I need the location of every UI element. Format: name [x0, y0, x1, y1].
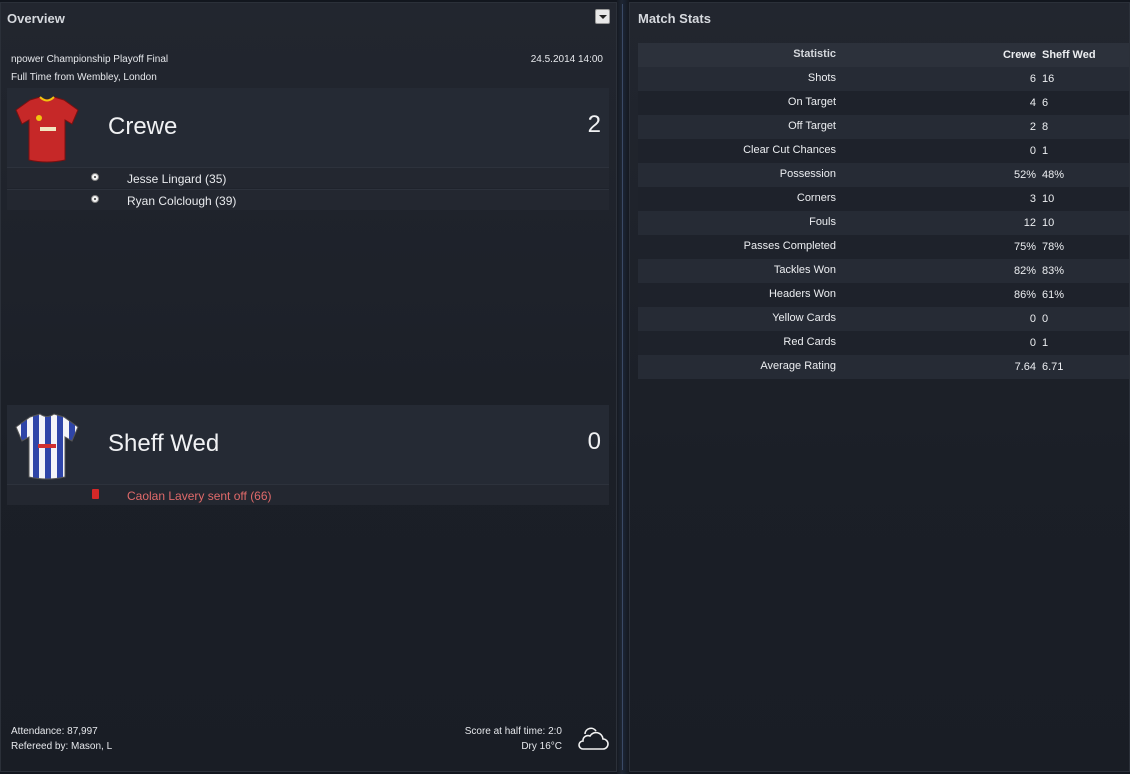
stat-away-value: 83%: [1042, 265, 1065, 277]
home-column-header[interactable]: Crewe: [1003, 49, 1036, 61]
stat-away-value: 6: [1042, 97, 1049, 109]
stat-label: Average Rating: [760, 360, 836, 372]
stats-row: Possession 52% 48%: [638, 163, 1129, 187]
stats-row: Clear Cut Chances 0 1: [638, 139, 1129, 163]
stat-home-value: 52%: [1013, 169, 1036, 181]
stat-home-value: 0: [1029, 145, 1036, 157]
stats-header-row: Statistic Crewe Sheff Wed: [638, 43, 1129, 67]
home-team-block[interactable]: Crewe 2: [7, 88, 609, 167]
stat-label: Headers Won: [768, 288, 836, 300]
stat-away-value: 10: [1042, 193, 1055, 205]
panel-splitter[interactable]: [617, 0, 629, 774]
attendance: Attendance: 87,997: [11, 726, 98, 737]
stats-row: Fouls 12 10: [638, 211, 1129, 235]
stat-home-value: 0: [1029, 337, 1036, 349]
referee: Refereed by: Mason, L: [11, 741, 113, 752]
stat-away-value: 1: [1042, 145, 1049, 157]
goal-icon: [91, 173, 99, 181]
away-kit-icon: [15, 413, 79, 480]
match-stats-panel: Match Stats Statistic Crewe Sheff Wed Sh…: [629, 2, 1130, 772]
half-time-score: Score at half time: 2:0: [464, 726, 562, 737]
stat-home-value: 12: [1023, 217, 1036, 229]
stat-home-value: 2: [1029, 121, 1036, 133]
stat-home-value: 82%: [1013, 265, 1036, 277]
stat-label: Shots: [807, 72, 836, 84]
stat-away-value: 6.71: [1042, 361, 1064, 373]
stat-label: Fouls: [809, 216, 836, 228]
stats-row: Average Rating 7.64 6.71: [638, 355, 1129, 379]
stat-label: Corners: [796, 192, 836, 204]
statistic-column-header[interactable]: Statistic: [793, 48, 836, 60]
stat-label: Clear Cut Chances: [743, 144, 836, 156]
overview-menu-dropdown-button[interactable]: [595, 9, 610, 24]
stat-away-value: 8: [1042, 121, 1049, 133]
stats-row: Tackles Won 82% 83%: [638, 259, 1129, 283]
stats-table: Statistic Crewe Sheff Wed Shots 6 16 On Tar…: [638, 43, 1129, 379]
stats-row: Red Cards 0 1: [638, 331, 1129, 355]
event-text: Jesse Lingard (35): [127, 172, 227, 186]
away-column-header[interactable]: Sheff Wed: [1042, 49, 1096, 61]
stat-label: Yellow Cards: [772, 312, 836, 324]
stats-row: Corners 3 10: [638, 187, 1129, 211]
stat-home-value: 4: [1029, 97, 1036, 109]
match-status: Full Time from Wembley, London: [11, 72, 157, 83]
stats-body: Shots 6 16 On Target 4 6 Off Target 2 8 Clear Cut…: [638, 67, 1129, 379]
stat-label: Red Cards: [783, 336, 836, 348]
stat-label: On Target: [787, 96, 836, 108]
stats-row: On Target 4 6: [638, 91, 1129, 115]
stat-home-value: 86%: [1013, 289, 1036, 301]
stat-away-value: 48%: [1042, 169, 1065, 181]
stat-away-value: 78%: [1042, 241, 1065, 253]
stat-label: Passes Completed: [743, 240, 836, 252]
stat-home-value: 3: [1029, 193, 1036, 205]
away-team-block[interactable]: Sheff Wed 0: [7, 405, 609, 484]
home-team-score: 2: [587, 111, 601, 138]
stat-label: Off Target: [788, 120, 836, 132]
match-stats-title: Match Stats: [638, 11, 711, 26]
stat-away-value: 10: [1042, 217, 1055, 229]
stat-home-value: 75%: [1013, 241, 1036, 253]
match-event-row[interactable]: Jesse Lingard (35): [7, 167, 609, 188]
stats-row: Off Target 2 8: [638, 115, 1129, 139]
competition-name: npower Championship Playoff Final: [11, 54, 169, 65]
stat-away-value: 61%: [1042, 289, 1065, 301]
stat-away-value: 1: [1042, 337, 1049, 349]
stats-row: Headers Won 86% 61%: [638, 283, 1129, 307]
stat-home-value: 7.64: [1014, 361, 1036, 373]
stats-row: Passes Completed 75% 78%: [638, 235, 1129, 259]
away-team-score: 0: [587, 428, 601, 455]
event-text: Ryan Colclough (39): [127, 194, 237, 208]
weather-text: Dry 16°C: [521, 741, 562, 752]
red-card-icon: [92, 489, 99, 499]
goal-icon: [91, 195, 99, 203]
overview-title: Overview: [7, 11, 65, 26]
match-event-row[interactable]: Ryan Colclough (39): [7, 189, 609, 210]
stat-away-value: 0: [1042, 313, 1049, 325]
stat-home-value: 0: [1029, 313, 1036, 325]
stat-home-value: 6: [1029, 73, 1036, 85]
match-datetime: 24.5.2014 14:00: [530, 54, 603, 65]
home-kit-icon: [15, 96, 79, 163]
home-team-name: Crewe: [108, 113, 178, 140]
event-text: Caolan Lavery sent off (66): [127, 489, 272, 503]
cloud-icon: [578, 727, 609, 750]
stats-row: Shots 6 16: [638, 67, 1129, 91]
stat-label: Tackles Won: [773, 264, 836, 276]
match-event-row[interactable]: Caolan Lavery sent off (66): [7, 484, 609, 505]
away-team-name: Sheff Wed: [108, 430, 220, 457]
stat-label: Possession: [779, 168, 836, 180]
stat-away-value: 16: [1042, 73, 1055, 85]
stats-row: Yellow Cards 0 0: [638, 307, 1129, 331]
overview-panel: Overview npower Championship Playoff Fin…: [0, 2, 617, 772]
